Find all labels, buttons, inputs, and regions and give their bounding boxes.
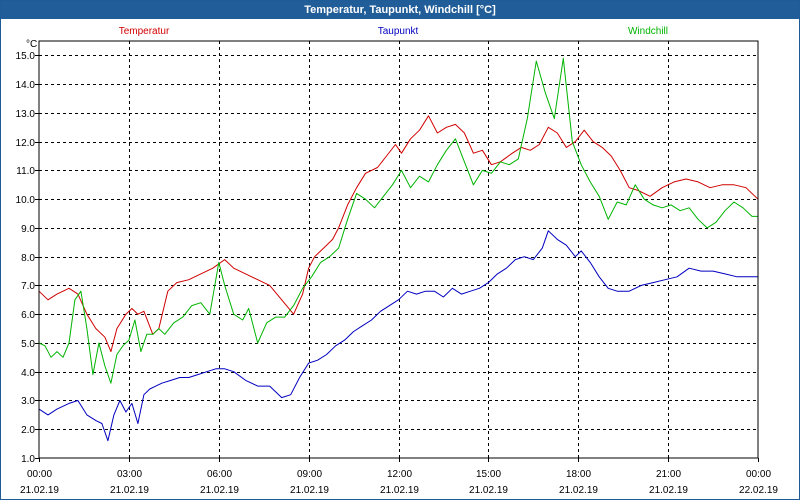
x-tick-time-label: 21:00	[656, 469, 681, 480]
x-tick-time-label: 12:00	[387, 469, 412, 480]
series-line-windchill	[38, 57, 758, 384]
legend-item-temperatur: Temperatur	[119, 26, 170, 37]
x-tick-time-label: 06:00	[207, 469, 232, 480]
y-tick-label: 10.0	[16, 195, 36, 206]
x-tick-time-label: 18:00	[566, 469, 591, 480]
line-chart: 1.0 2.0 3.0 4.0 5.0 6.0 7.0 8.0 9.0 10.0 11.0 12.0 1…	[16, 26, 779, 496]
y-tick-label: 4.0	[21, 368, 35, 379]
series-line-taupunkt	[38, 230, 758, 442]
y-tick-label: 11.0	[16, 166, 35, 177]
y-tick-label: 1.0	[21, 454, 35, 465]
y-tick-label: 5.0	[21, 339, 35, 350]
x-tick-time-label: 00:00	[746, 469, 771, 480]
x-tick-date-label: 21.02.19	[649, 485, 688, 496]
x-tick-time-label: 03:00	[117, 469, 142, 480]
grid-lines	[39, 41, 758, 458]
x-tick-date-label: 21.02.19	[200, 485, 239, 496]
y-tick-label: 8.0	[21, 253, 35, 264]
x-tick-date-label: 21.02.19	[110, 485, 149, 496]
legend-item-taupunkt: Taupunkt	[378, 26, 419, 37]
y-tick-label: 3.0	[21, 396, 35, 407]
legend: Temperatur Taupunkt Windchill	[119, 26, 668, 37]
y-tick-label: 2.0	[21, 425, 35, 436]
series-line-temperatur	[38, 115, 759, 353]
x-tick-time-label: 15:00	[476, 469, 501, 480]
y-tick-label: 14.0	[16, 80, 36, 91]
y-tick-label: 15.0	[16, 51, 36, 62]
y-tick-label: 9.0	[21, 224, 35, 235]
y-tick-label: 7.0	[21, 281, 35, 292]
x-tick-time-label: 00:00	[27, 469, 52, 480]
series-lines	[38, 57, 759, 442]
y-axis-label: °C	[26, 39, 37, 50]
y-tick-label: 13.0	[16, 109, 36, 120]
x-tick-date-label: 21.02.19	[380, 485, 419, 496]
y-tick-label: 12.0	[16, 138, 36, 149]
x-tick-time-label: 09:00	[297, 469, 322, 480]
legend-item-windchill: Windchill	[628, 26, 668, 37]
x-tick-date-label: 21.02.19	[20, 485, 59, 496]
x-tick-date-label: 22.02.19	[739, 485, 778, 496]
x-tick-date-label: 21.02.19	[469, 485, 508, 496]
x-tick-date-label: 21.02.19	[290, 485, 329, 496]
plot-area-border	[38, 40, 759, 459]
x-tick-date-label: 21.02.19	[559, 485, 598, 496]
y-tick-label: 6.0	[21, 310, 35, 321]
